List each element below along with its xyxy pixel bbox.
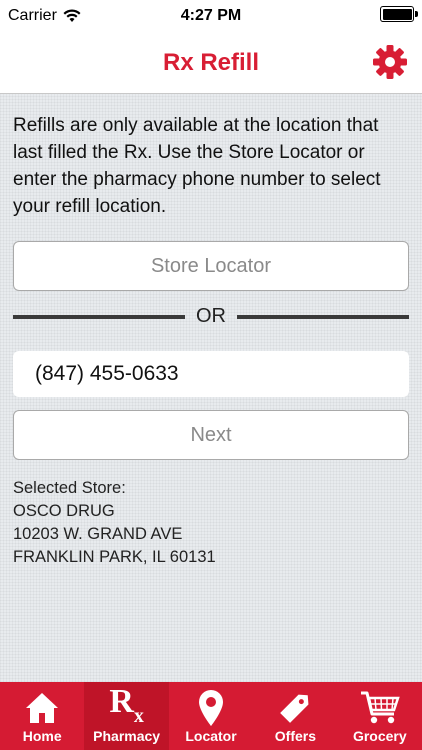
store-locator-button[interactable]: Store Locator (13, 241, 409, 291)
battery-fill (382, 8, 412, 20)
next-button[interactable]: Next (13, 410, 409, 460)
main-content: Refills are only available at the locati… (0, 94, 422, 682)
tab-grocery[interactable]: Grocery (338, 682, 422, 750)
selected-store-address: 10203 W. GRAND AVE (13, 525, 183, 543)
map-pin-icon (169, 688, 253, 728)
tab-offers-label: Offers (274, 728, 317, 744)
selected-store: Selected Store: OSCO DRUG 10203 W. GRAND… (13, 477, 216, 569)
tag-icon (253, 688, 337, 728)
selected-store-city: FRANKLIN PARK, IL 60131 (13, 548, 216, 566)
nav-bar: Rx Refill (0, 32, 422, 94)
selected-store-heading: Selected Store: (13, 479, 126, 497)
status-right (380, 6, 418, 22)
tab-home-label: Home (22, 728, 62, 744)
tab-pharmacy[interactable]: Rx Pharmacy (84, 682, 169, 750)
selected-store-name: OSCO DRUG (13, 502, 115, 520)
intro-text: Refills are only available at the locati… (13, 115, 381, 217)
tab-bar: Home Rx Pharmacy Locator Offers Grocery (0, 682, 422, 750)
tab-locator-label: Locator (185, 728, 237, 744)
tab-pharmacy-label: Pharmacy (93, 728, 161, 744)
page-title: Rx Refill (162, 49, 260, 76)
or-divider: OR (13, 305, 409, 329)
rx-glyph-r: R (109, 683, 134, 721)
battery-icon (380, 6, 418, 22)
home-icon (0, 688, 84, 728)
pharmacy-phone-input[interactable] (13, 351, 409, 397)
tab-grocery-label: Grocery (352, 728, 407, 744)
cart-icon (338, 688, 422, 728)
tab-home[interactable]: Home (0, 682, 84, 750)
divider-line-right (237, 315, 409, 319)
status-time: 4:27 PM (180, 7, 242, 24)
rx-icon: Rx (84, 685, 168, 728)
gear-icon[interactable] (372, 44, 408, 80)
tab-offers[interactable]: Offers (253, 682, 337, 750)
rx-glyph-x: x (133, 704, 144, 727)
tab-locator[interactable]: Locator (169, 682, 253, 750)
status-bar: Carrier 4:27 PM (0, 0, 422, 32)
